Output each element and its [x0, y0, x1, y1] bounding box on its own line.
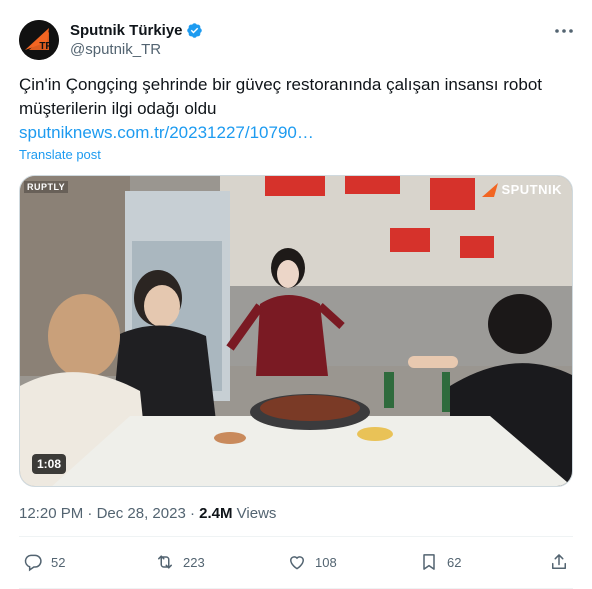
- bookmark-icon: [423, 554, 435, 570]
- heart-icon: [289, 556, 305, 570]
- reply-button[interactable]: 52: [23, 552, 65, 572]
- video-thumbnail: [20, 176, 572, 486]
- tweet-link[interactable]: sputniknews.com.tr/20231227/10790…: [19, 121, 314, 145]
- avatar[interactable]: TR: [19, 20, 59, 60]
- repost-button[interactable]: 223: [155, 552, 205, 572]
- video-player[interactable]: RUPTLY SPUTNIK 1:08: [19, 175, 573, 487]
- verified-badge-icon: [186, 23, 202, 38]
- reply-count: 52: [51, 554, 66, 570]
- tweet-meta: 12:20 PM · Dec 28, 2023 · 2.4M Views: [19, 505, 276, 522]
- bookmark-button[interactable]: 62: [419, 552, 461, 572]
- sputnik-watermark-text: SPUTNIK: [501, 182, 562, 197]
- author-name-row[interactable]: Sputnik Türkiye: [70, 22, 203, 39]
- author-display-name[interactable]: Sputnik Türkiye: [70, 22, 183, 39]
- divider-top: [19, 536, 573, 537]
- share-icon: [552, 554, 566, 569]
- author-handle[interactable]: @sputnik_TR: [70, 41, 161, 58]
- like-button[interactable]: 108: [287, 552, 337, 572]
- bookmark-count: 62: [447, 554, 462, 570]
- share-button[interactable]: [549, 552, 569, 577]
- sputnik-watermark: SPUTNIK: [482, 182, 562, 197]
- sputnik-logo-icon: TR: [19, 20, 59, 60]
- repost-icon: [158, 555, 172, 569]
- meta-separator: ·: [87, 505, 93, 522]
- more-options-icon[interactable]: [554, 24, 574, 38]
- like-count: 108: [315, 554, 337, 570]
- reply-icon: [24, 554, 42, 572]
- svg-text:TR: TR: [39, 41, 53, 52]
- tweet-date[interactable]: Dec 28, 2023: [97, 505, 186, 522]
- repost-count: 223: [183, 554, 205, 570]
- sputnik-arrow-icon: [482, 182, 499, 197]
- views-label: Views: [236, 505, 277, 522]
- meta-dot: ·: [189, 505, 195, 522]
- video-duration: 1:08: [32, 454, 67, 474]
- action-bar: 52 223 108 62: [19, 552, 573, 576]
- ruptly-watermark: RUPTLY: [24, 181, 69, 193]
- tweet-time[interactable]: 12:20 PM: [19, 505, 83, 522]
- views-count: 2.4M: [199, 505, 233, 522]
- translate-post-button[interactable]: Translate post: [19, 147, 101, 162]
- tweet-text: Çin'in Çongçing şehrinde bir güveç resto…: [19, 75, 542, 118]
